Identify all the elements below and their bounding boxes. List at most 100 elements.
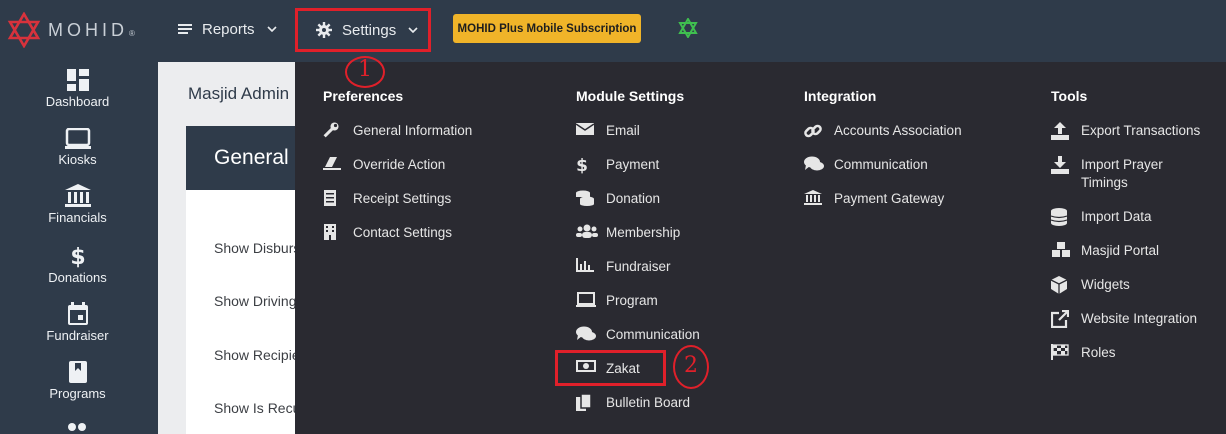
coins-icon — [576, 190, 594, 206]
menu-item-label: Import Prayer Timings — [1081, 157, 1163, 190]
receipt-icon — [324, 190, 336, 206]
preferences-column: Preferences General Information Override… — [323, 88, 472, 240]
upload-icon — [1051, 122, 1069, 140]
menu-item-label: Contact Settings — [353, 225, 453, 240]
sidebar: Dashboard Kiosks Financials $ Donations … — [0, 62, 158, 434]
green-star-icon[interactable] — [678, 18, 698, 38]
module-settings-column: Module Settings Email $ Payment Donation… — [576, 88, 700, 411]
sidebar-item-fundraiser[interactable]: Fundraiser — [0, 302, 155, 343]
checkered-flag-icon — [1051, 344, 1069, 360]
preferences-heading: Preferences — [323, 88, 404, 104]
svg-text:$: $ — [70, 245, 85, 268]
card-title: General S — [186, 126, 295, 190]
sidebar-item-kiosks[interactable]: Kiosks — [0, 128, 155, 167]
logo-star-icon — [7, 12, 41, 48]
settings-label: Settings — [342, 21, 397, 39]
menu-item-accounts-association[interactable]: Accounts Association — [804, 122, 962, 140]
step-1-label: 1 — [358, 57, 372, 82]
menu-item-donation[interactable]: Donation — [576, 190, 660, 208]
module-settings-heading: Module Settings — [576, 88, 685, 104]
dollar-icon: $ — [70, 245, 85, 268]
sidebar-item-label: Kiosks — [58, 152, 97, 167]
menu-item-label: Program — [606, 293, 658, 308]
menu-item-bulletin-board[interactable]: Bulletin Board — [576, 394, 690, 412]
setting-row: Show Is Recurring — [214, 400, 295, 416]
menu-item-label: Fundraiser — [606, 259, 671, 274]
sidebar-item-label: Dashboard — [45, 94, 110, 109]
tools-heading: Tools — [1051, 88, 1088, 104]
bank-icon — [804, 190, 822, 205]
sidebar-item-label: Programs — [49, 386, 106, 401]
brand-name: MOHID — [48, 19, 128, 40]
menu-item-payment-gateway[interactable]: Payment Gateway — [804, 190, 944, 208]
link-icon — [804, 124, 822, 138]
kiosk-icon — [64, 128, 91, 149]
menu-item-website-integration[interactable]: Website Integration — [1051, 310, 1197, 328]
top-bar: MOHID ® Reports Settings MOHID Plus Mobi… — [0, 0, 1226, 62]
menu-item-masjid-portal[interactable]: Masjid Portal — [1051, 242, 1159, 260]
menu-item-program[interactable]: Program — [576, 292, 658, 310]
sidebar-item-donations[interactable]: $ Donations — [0, 244, 155, 285]
menu-item-label: Payment Gateway — [834, 191, 945, 206]
chevron-down-icon — [408, 27, 418, 33]
dashboard-icon — [66, 69, 89, 91]
menu-item-override-action[interactable]: Override Action — [323, 156, 445, 174]
bar-chart-icon — [576, 258, 594, 272]
comments-icon — [804, 156, 824, 171]
sidebar-item-dashboard[interactable]: Dashboard — [0, 68, 155, 109]
envelope-icon — [576, 123, 594, 135]
menu-item-roles[interactable]: Roles — [1051, 344, 1116, 362]
tools-column: Tools Export Transactions Import Prayer … — [1051, 88, 1200, 360]
menu-item-label: Masjid Portal — [1081, 243, 1160, 258]
building-icon — [324, 224, 336, 240]
menu-item-membership[interactable]: Membership — [576, 224, 680, 242]
menu-item-label: Roles — [1081, 345, 1116, 360]
brand-logo[interactable]: MOHID ® — [6, 12, 135, 48]
users-icon — [576, 224, 598, 238]
copy-icon — [576, 394, 592, 411]
menu-item-label: Widgets — [1081, 277, 1130, 292]
menu-item-label: General Information — [353, 123, 473, 138]
menu-item-payment[interactable]: $ Payment — [576, 156, 659, 174]
menu-item-import-prayer-timings[interactable]: Import Prayer Timings — [1051, 156, 1191, 192]
sidebar-item-financials[interactable]: Financials — [0, 184, 155, 225]
main-content: Masjid Admin General S Show Disbursement… — [158, 62, 295, 434]
sidebar-item-programs[interactable]: Programs — [0, 360, 155, 401]
integration-column: Integration Accounts Association Communi… — [804, 88, 962, 206]
menu-item-label: Payment — [606, 157, 660, 172]
eraser-icon — [323, 157, 341, 170]
menu-item-export-transactions[interactable]: Export Transactions — [1051, 122, 1200, 140]
download-icon — [1051, 156, 1069, 174]
menu-lines-icon — [178, 24, 192, 34]
menu-item-email[interactable]: Email — [576, 122, 640, 140]
menu-item-import-data[interactable]: Import Data — [1051, 208, 1152, 226]
gear-icon — [316, 22, 332, 38]
setting-row: Show Driving — [214, 293, 295, 309]
menu-item-widgets[interactable]: Widgets — [1051, 276, 1130, 294]
calendar-icon — [67, 302, 88, 325]
settings-card: General S Show Disbursement Show Driving… — [186, 126, 295, 434]
menu-item-fundraiser[interactable]: Fundraiser — [576, 258, 671, 276]
settings-menu-button[interactable]: Settings — [295, 8, 431, 52]
cubes-icon — [1052, 242, 1070, 257]
menu-item-label: Communication — [834, 157, 928, 172]
menu-item-contact-settings[interactable]: Contact Settings — [323, 224, 452, 242]
external-link-icon — [1051, 310, 1069, 328]
mobile-subscription-button[interactable]: MOHID Plus Mobile Subscription — [453, 14, 641, 43]
step-2-label: 2 — [684, 353, 698, 378]
menu-item-general-information[interactable]: General Information — [323, 122, 472, 140]
menu-item-integration-communication[interactable]: Communication — [804, 156, 928, 174]
menu-item-communication[interactable]: Communication — [576, 326, 700, 344]
settings-dropdown-menu: Preferences General Information Override… — [295, 62, 1226, 434]
sidebar-item-label: Fundraiser — [46, 328, 109, 343]
cube-icon — [1051, 276, 1067, 294]
users-icon[interactable] — [66, 422, 88, 434]
menu-item-receipt-settings[interactable]: Receipt Settings — [323, 190, 451, 208]
reports-menu-button[interactable]: Reports — [178, 0, 277, 58]
menu-item-label: Website Integration — [1081, 311, 1198, 326]
laptop-icon — [576, 292, 596, 307]
wrench-icon — [323, 122, 339, 138]
comments-icon — [576, 326, 596, 341]
database-icon — [1051, 208, 1067, 226]
menu-item-label: Communication — [606, 327, 700, 342]
